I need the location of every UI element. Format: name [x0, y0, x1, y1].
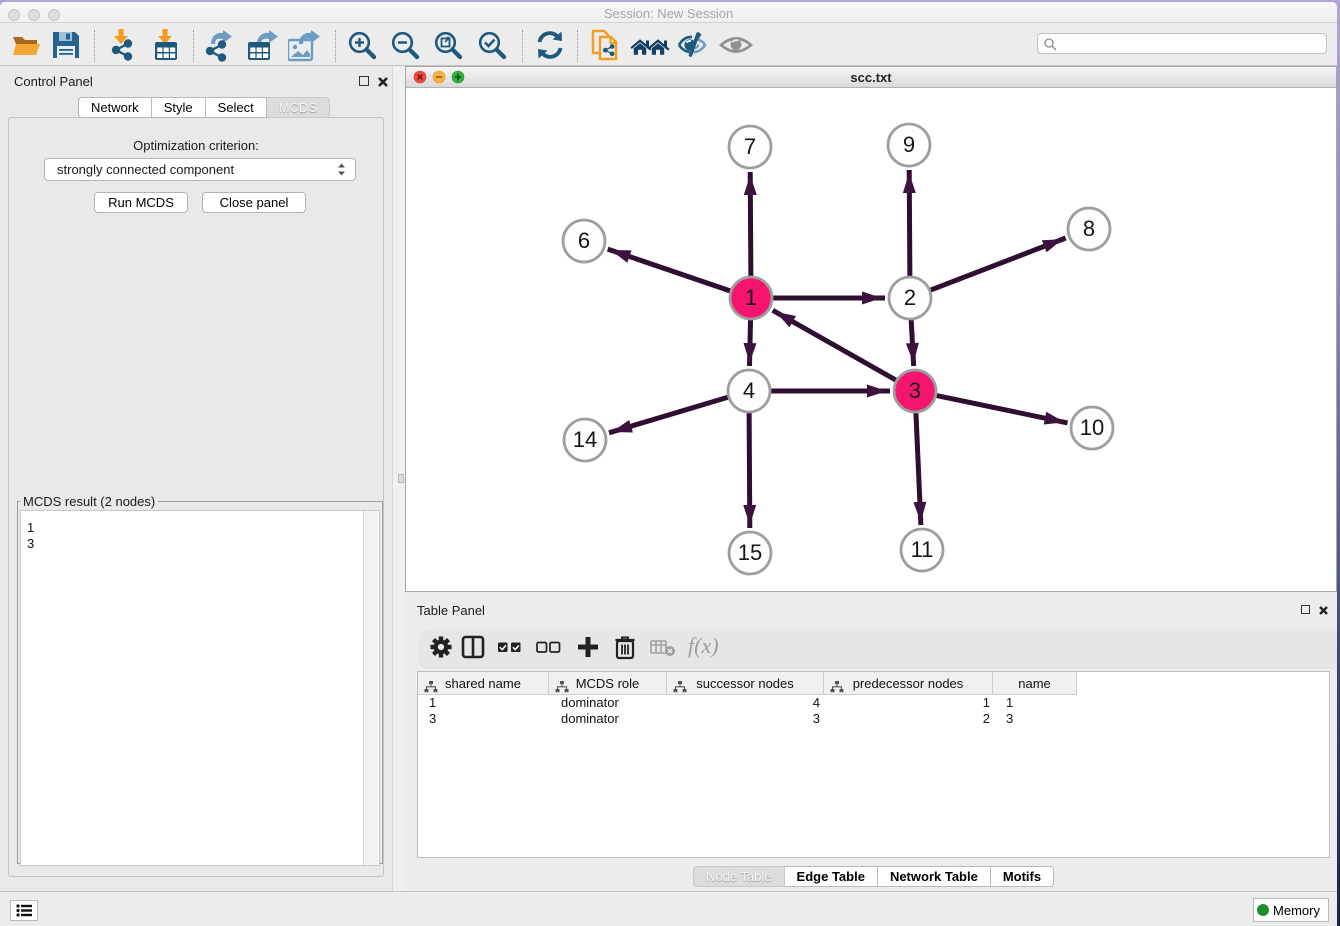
- svg-text:11: 11: [911, 537, 934, 562]
- svg-text:6: 6: [578, 228, 590, 253]
- svg-text:14: 14: [573, 427, 597, 452]
- svg-text:7: 7: [744, 134, 756, 159]
- svg-text:1: 1: [745, 285, 757, 310]
- svg-text:10: 10: [1080, 415, 1104, 440]
- svg-text:3: 3: [909, 378, 921, 403]
- svg-text:15: 15: [738, 540, 762, 565]
- svg-text:4: 4: [743, 378, 755, 403]
- svg-text:8: 8: [1083, 216, 1095, 241]
- svg-text:9: 9: [903, 132, 915, 157]
- svg-text:2: 2: [904, 285, 916, 310]
